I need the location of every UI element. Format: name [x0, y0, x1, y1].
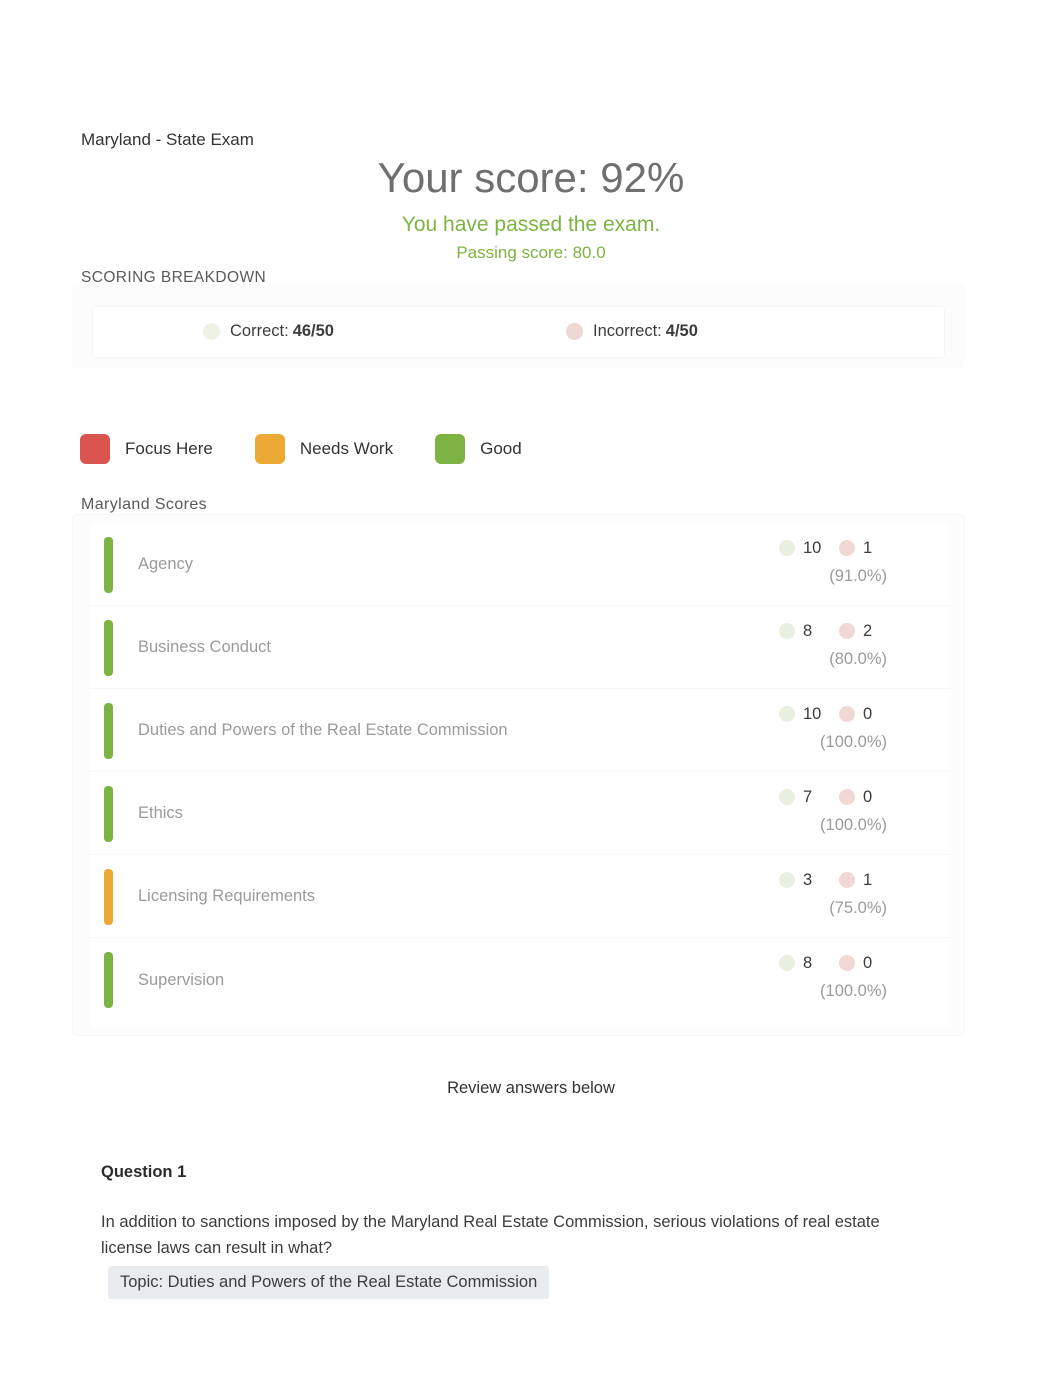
question-number: Question 1 — [101, 1163, 187, 1181]
correct-count: 8 — [803, 622, 813, 640]
correct-count: 8 — [803, 954, 813, 972]
legend-swatch-icon — [80, 434, 110, 464]
performance-bar-icon — [104, 703, 113, 759]
percent-label: (91.0%) — [829, 567, 887, 585]
percent-label: (100.0%) — [820, 733, 887, 751]
row-stats: 7 0 (100.0%) — [779, 785, 887, 837]
table-row: Ethics 7 0 (100.0%) — [90, 772, 951, 855]
check-circle-icon — [779, 872, 795, 888]
stat-line: 70 — [779, 785, 887, 809]
correct-count: 10 — [803, 539, 822, 557]
cross-circle-icon — [839, 955, 855, 971]
cross-circle-icon — [839, 623, 855, 639]
correct-count: 7 — [803, 788, 813, 806]
scoring-breakdown-card: Correct: 46/50 Incorrect: 4/50 — [72, 284, 965, 369]
pass-message: You have passed the exam. — [401, 213, 661, 236]
topic-label: Business Conduct — [138, 638, 271, 656]
question-topic-badge: Topic: Duties and Powers of the Real Est… — [108, 1266, 550, 1299]
check-circle-icon — [779, 789, 795, 805]
review-heading: Review answers below — [447, 1079, 615, 1097]
legend-item: Good — [435, 434, 522, 464]
incorrect-count: 0 — [863, 705, 873, 723]
score-summary: Your score: 92% You have passed the exam… — [0, 152, 1062, 265]
scores-section-label: Maryland Scores — [81, 496, 208, 513]
row-stats: 8 0 (100.0%) — [779, 951, 887, 1003]
check-circle-icon — [203, 322, 220, 340]
exam-results-page: Maryland - State Exam Your score: 92% Yo… — [0, 0, 1062, 1377]
topic-label: Supervision — [138, 970, 225, 989]
legend-label: Focus Here — [125, 439, 213, 458]
performance-bar-icon — [104, 952, 113, 1008]
question-prompt: In addition to sanctions imposed by the … — [101, 1213, 880, 1257]
question-text: In addition to sanctions imposed by the … — [101, 1209, 916, 1299]
cross-circle-icon — [839, 540, 855, 556]
legend-item: Needs Work — [254, 434, 394, 464]
percent-label: (100.0%) — [820, 982, 887, 1000]
legend-label: Needs Work — [299, 439, 394, 458]
correct-count: 10 — [803, 705, 822, 723]
legend-swatch-icon — [435, 434, 466, 464]
stat-line: 10 0 — [779, 702, 887, 726]
table-row: Licensing Requirements 3 1 (75.0%) — [90, 855, 951, 938]
incorrect-summary: Incorrect: 4/50 — [566, 319, 698, 343]
check-circle-icon — [779, 540, 795, 556]
table-row: Business Conduct 8 2 (80.0%) — [90, 606, 951, 689]
topic-label: Duties and Powers of the Real Estate Com… — [138, 721, 508, 739]
correct-label: Correct: — [230, 322, 289, 340]
table-row: Duties and Powers of the Real Estate Com… — [90, 689, 951, 772]
topic-label: Licensing Requirements — [138, 887, 316, 905]
scoring-breakdown-panel: Correct: 46/50 Incorrect: 4/50 — [92, 306, 945, 358]
correct-value: 46/50 — [292, 322, 334, 340]
check-circle-icon — [779, 706, 795, 722]
stat-line: 10 1 — [779, 536, 887, 560]
performance-legend: Focus Here Needs Work Good — [80, 434, 564, 464]
stat-line: 82 — [779, 619, 887, 643]
cross-circle-icon — [839, 706, 855, 722]
cross-circle-icon — [566, 322, 583, 340]
percent-label: (100.0%) — [820, 816, 887, 834]
correct-count: 3 — [803, 871, 813, 889]
performance-bar-icon — [104, 786, 113, 842]
incorrect-label: Incorrect: — [593, 322, 662, 340]
incorrect-count: 1 — [863, 871, 873, 889]
cross-circle-icon — [839, 789, 855, 805]
row-stats: 10 1 (91.0%) — [779, 536, 887, 588]
score-headline: Your score: 92% — [377, 154, 685, 201]
topic-label: Ethics — [138, 804, 183, 822]
percent-label: (80.0%) — [829, 650, 887, 668]
incorrect-count: 1 — [863, 539, 873, 557]
scores-table: Agency 10 1 (91.0%) Business Conduct 8 2 (80.0%… — [90, 523, 951, 1027]
check-circle-icon — [779, 623, 795, 639]
row-stats: 10 0 (100.0%) — [779, 702, 887, 754]
incorrect-count: 0 — [863, 788, 873, 806]
question-block: Question 1 In addition to sanctions impo… — [101, 1160, 931, 1299]
table-row: Agency 10 1 (91.0%) — [90, 523, 951, 606]
legend-swatch-icon — [254, 434, 285, 464]
performance-bar-icon — [104, 537, 113, 593]
performance-bar-icon — [104, 869, 113, 925]
legend-label: Good — [480, 439, 522, 458]
performance-bar-icon — [104, 620, 113, 676]
stat-line: 80 — [779, 951, 887, 975]
incorrect-count: 0 — [863, 954, 873, 972]
topic-label: Agency — [138, 555, 194, 573]
exam-title: Maryland - State Exam — [81, 130, 254, 149]
percent-label: (75.0%) — [829, 899, 887, 917]
check-circle-icon — [779, 955, 795, 971]
stat-line: 31 — [779, 868, 887, 892]
scores-card: Agency 10 1 (91.0%) Business Conduct 8 2 (80.0%… — [72, 514, 965, 1036]
legend-item: Focus Here — [80, 434, 213, 464]
cross-circle-icon — [839, 872, 855, 888]
table-row: Supervision 8 0 (100.0%) — [90, 938, 951, 1021]
row-stats: 8 2 (80.0%) — [779, 619, 887, 671]
passing-score: Passing score: 80.0 — [456, 243, 606, 262]
incorrect-value: 4/50 — [665, 322, 698, 340]
correct-summary: Correct: 46/50 — [203, 319, 334, 343]
row-stats: 3 1 (75.0%) — [779, 868, 887, 920]
incorrect-count: 2 — [863, 622, 873, 640]
